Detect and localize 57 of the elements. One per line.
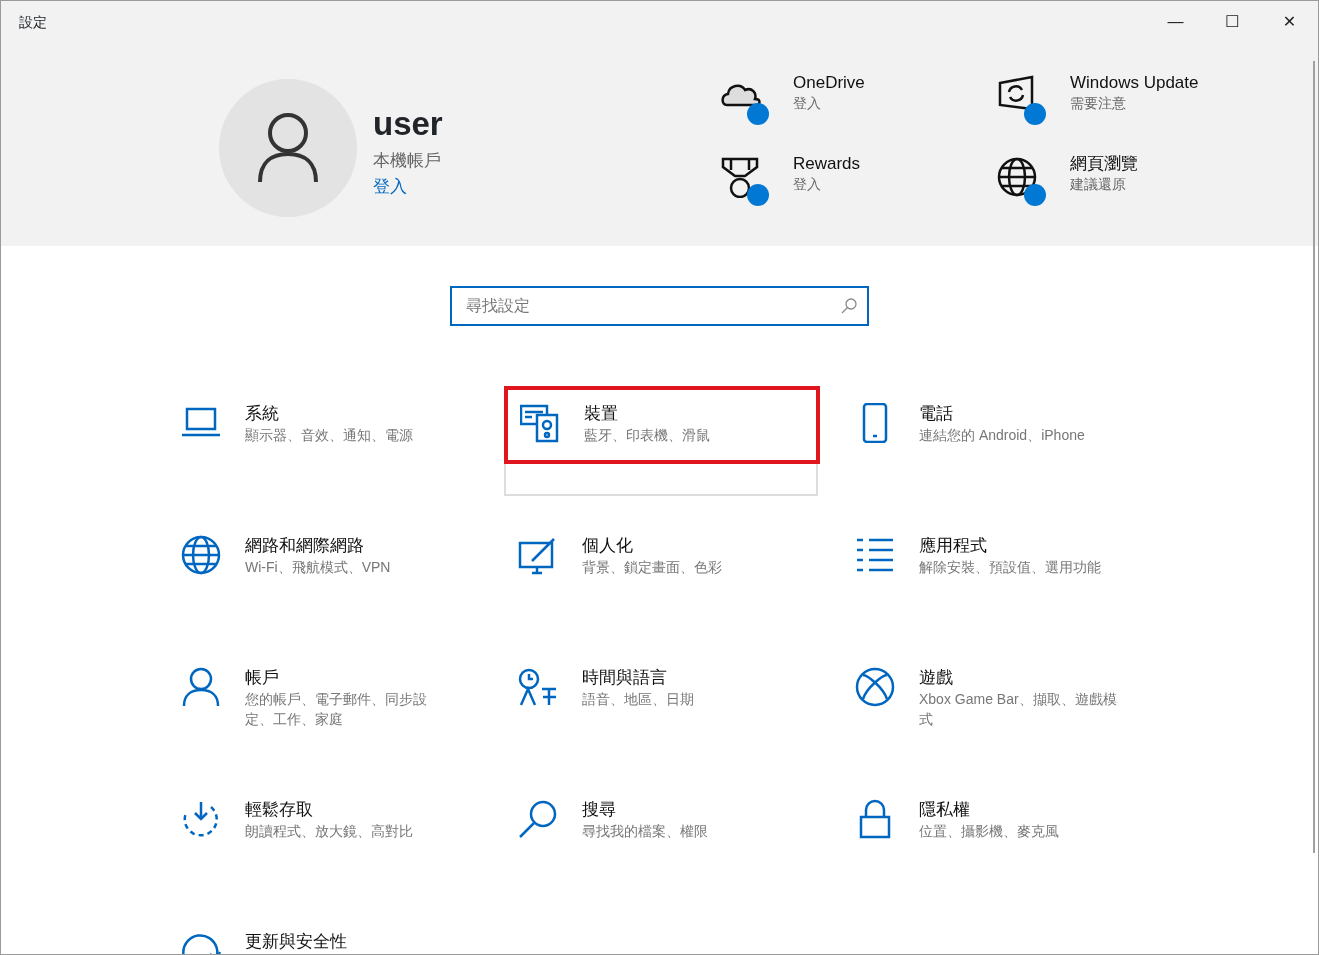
maximize-button[interactable]: ☐ [1204, 1, 1261, 43]
category-title[interactable]: 帳戶 [245, 667, 450, 690]
category-description: Xbox Game Bar、擷取、遊戲模式 [919, 690, 1118, 730]
category-title[interactable]: 網路和網際網路 [245, 535, 450, 558]
quick-link-title[interactable]: OneDrive [793, 73, 865, 94]
quick-link-status: 登入 [793, 94, 822, 114]
window-title: 設定 [18, 13, 48, 32]
category-title[interactable]: 系統 [245, 403, 450, 426]
quick-link-status: 建議還原 [1070, 175, 1127, 195]
globe-icon [181, 535, 221, 575]
scrollbar[interactable] [1313, 61, 1315, 853]
person-icon [181, 667, 221, 707]
quick-link-status: 需要注意 [1070, 94, 1127, 114]
user-name: user [373, 107, 444, 140]
category-title[interactable]: 裝置 [584, 403, 789, 426]
highlighted-tile[interactable]: 裝置 藍牙、印表機、滑鼠 [504, 386, 818, 496]
category-description: 尋找我的檔案、權限 [582, 822, 709, 842]
paint-screen-icon [518, 535, 558, 575]
category-title[interactable]: 搜尋 [582, 799, 787, 822]
xbox-icon [855, 667, 895, 707]
magnifier-icon [518, 799, 558, 839]
category-description: 語音、地區、日期 [582, 690, 695, 710]
quick-link-title[interactable]: 網頁瀏覽 [1070, 154, 1138, 175]
search-field[interactable]: 尋找設定 [450, 286, 869, 326]
category-description: 解除安裝、預設值、選用功能 [919, 558, 1102, 578]
search-icon [841, 298, 857, 314]
notification-dot [747, 184, 769, 206]
category-title[interactable]: 電話 [919, 403, 1124, 426]
category-title[interactable]: 遊戲 [919, 667, 1124, 690]
category-description: 藍牙、印表機、滑鼠 [584, 426, 711, 446]
category-title[interactable]: 隱私權 [919, 799, 1124, 822]
quick-link-title[interactable]: Rewards [793, 154, 861, 175]
category-description: 顯示器、音效、通知、電源 [245, 426, 414, 446]
notification-dot [1024, 103, 1046, 125]
category-description: 您的帳戶、電子郵件、同步設定、工作、家庭 [245, 690, 428, 730]
quick-link-title[interactable]: Windows Update [1070, 73, 1199, 94]
notification-dot [1024, 184, 1046, 206]
category-title[interactable]: 輕鬆存取 [245, 799, 450, 822]
category-title[interactable]: 時間與語言 [582, 667, 787, 690]
category-title[interactable]: 個人化 [582, 535, 787, 558]
notification-dot [747, 103, 769, 125]
category-description: 位置、攝影機、麥克風 [919, 822, 1060, 842]
quick-link-status: 登入 [793, 175, 822, 195]
category-description: 連結您的 Android、iPhone [919, 426, 1086, 446]
category-title[interactable]: 應用程式 [919, 535, 1124, 558]
minimize-button[interactable]: — [1147, 1, 1204, 43]
keyboard-speaker-icon [520, 403, 560, 443]
category-title[interactable]: 更新與安全性 [245, 931, 347, 954]
dashed-clock-icon [181, 799, 221, 839]
category-description: Wi-Fi、飛航模式、VPN [245, 558, 392, 578]
category-description: 背景、鎖定畫面、色彩 [582, 558, 723, 578]
sign-in-link[interactable]: 登入 [373, 176, 407, 196]
clock-letter-icon [518, 667, 558, 707]
account-type: 本機帳戶 [373, 150, 442, 172]
person-icon [257, 112, 319, 184]
close-button[interactable]: ✕ [1261, 1, 1318, 43]
category-description: 朗讀程式、放大鏡、高對比 [245, 822, 414, 842]
